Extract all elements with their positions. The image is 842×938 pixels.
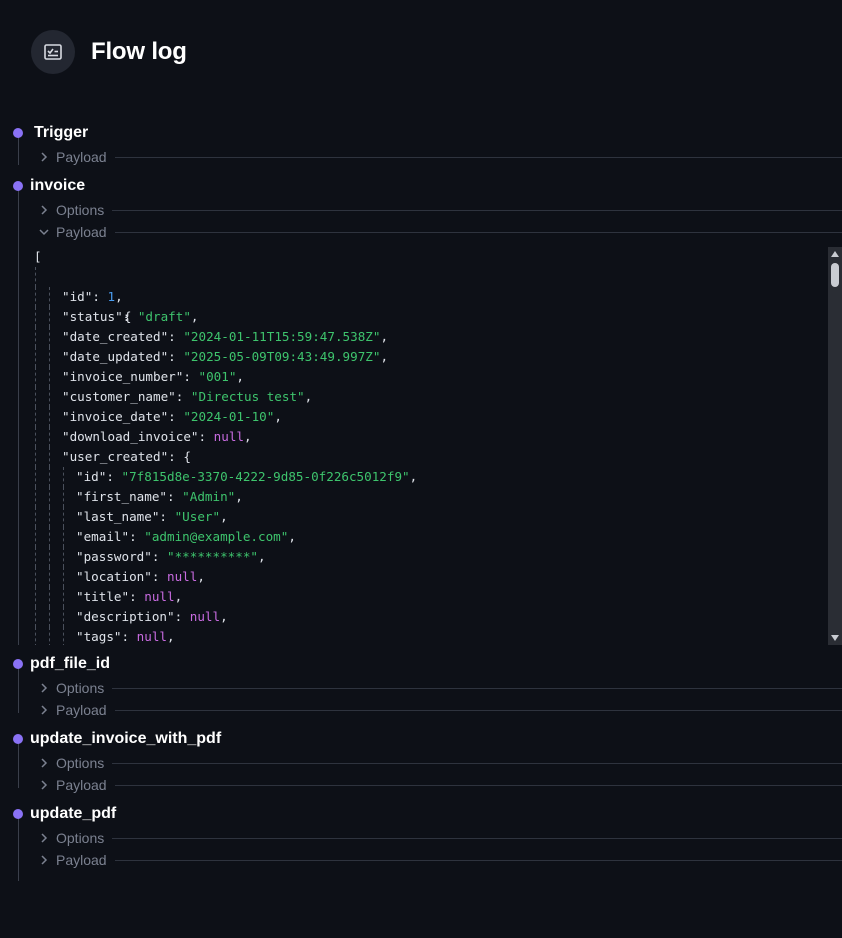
payload-scrollbar[interactable] <box>828 247 842 645</box>
step-pdf-file-id: pdf_file_id Options Payload <box>0 651 842 721</box>
scrollbar-thumb[interactable] <box>831 263 839 287</box>
json-line: "email": "admin@example.com", <box>32 527 827 547</box>
chevron-right-icon <box>41 152 48 162</box>
scroll-down-arrow-icon[interactable] <box>828 631 842 645</box>
chevron-down-icon <box>39 229 49 236</box>
chevron-right-icon <box>41 780 48 790</box>
update-invoice-options-toggle[interactable]: Options <box>18 752 842 774</box>
json-line: "tags": null, <box>32 627 827 645</box>
json-line: "date_created": "2024-01-11T15:59:47.538… <box>32 327 827 347</box>
step-dot <box>13 181 23 191</box>
step-update-pdf: update_pdf Options Payload <box>0 801 842 881</box>
chevron-right-icon <box>41 855 48 865</box>
invoice-options-toggle[interactable]: Options <box>18 199 842 221</box>
invoice-payload-toggle[interactable]: Payload <box>18 221 842 243</box>
chevron-right-icon <box>41 705 48 715</box>
json-line: "status": "draft", <box>32 307 827 327</box>
chevron-right-icon <box>41 833 48 843</box>
step-dot <box>13 659 23 669</box>
chevron-right-icon <box>41 683 48 693</box>
update-pdf-payload-toggle[interactable]: Payload <box>18 849 842 871</box>
step-name: pdf_file_id <box>30 655 111 672</box>
checklist-icon <box>31 30 75 74</box>
step-trigger: Trigger Payload <box>0 120 842 173</box>
scroll-up-arrow-icon[interactable] <box>828 247 842 261</box>
json-line: "password": "**********", <box>32 547 827 567</box>
trigger-payload-toggle[interactable]: Payload <box>18 146 842 168</box>
json-line: "description": null, <box>32 607 827 627</box>
json-line: "last_name": "User", <box>32 507 827 527</box>
json-line: "id": 1, <box>32 287 827 307</box>
chevron-right-icon <box>41 758 48 768</box>
chevron-right-icon <box>41 205 48 215</box>
json-line: "invoice_number": "001", <box>32 367 827 387</box>
json-line: "id": "7f815d8e-3370-4222-9d85-0f226c501… <box>32 467 827 487</box>
flow-log-header: Flow log <box>31 30 187 74</box>
step-update-invoice-with-pdf: update_invoice_with_pdf Options Payload <box>0 726 842 796</box>
json-line: "date_updated": "2025-05-09T09:43:49.997… <box>32 347 827 367</box>
payload-code-viewer[interactable]: [ { "id": 1, "status": "draft", "date_crea… <box>32 247 842 645</box>
pdf-file-id-payload-toggle[interactable]: Payload <box>18 699 842 721</box>
flow-timeline: Trigger Payload invoice Options Payload … <box>0 120 842 881</box>
step-dot <box>13 734 23 744</box>
page-title: Flow log <box>91 38 187 65</box>
json-line: "invoice_date": "2024-01-10", <box>32 407 827 427</box>
payload-json: [ { "id": 1, "status": "draft", "date_crea… <box>32 247 827 645</box>
update-invoice-payload-toggle[interactable]: Payload <box>18 774 842 796</box>
step-invoice: invoice Options Payload [ { "id": 1, "sta… <box>0 173 842 645</box>
step-dot <box>13 128 23 138</box>
json-line: "first_name": "Admin", <box>32 487 827 507</box>
pdf-file-id-options-toggle[interactable]: Options <box>18 677 842 699</box>
json-line: "location": null, <box>32 567 827 587</box>
step-name: invoice <box>30 177 86 194</box>
step-name: update_pdf <box>30 805 117 822</box>
json-line: "title": null, <box>32 587 827 607</box>
step-name: Trigger <box>34 124 89 141</box>
step-name: update_invoice_with_pdf <box>30 730 222 747</box>
update-pdf-options-toggle[interactable]: Options <box>18 827 842 849</box>
json-line: "user_created": { <box>32 447 827 467</box>
json-line: "download_invoice": null, <box>32 427 827 447</box>
step-dot <box>13 809 23 819</box>
json-line: "customer_name": "Directus test", <box>32 387 827 407</box>
